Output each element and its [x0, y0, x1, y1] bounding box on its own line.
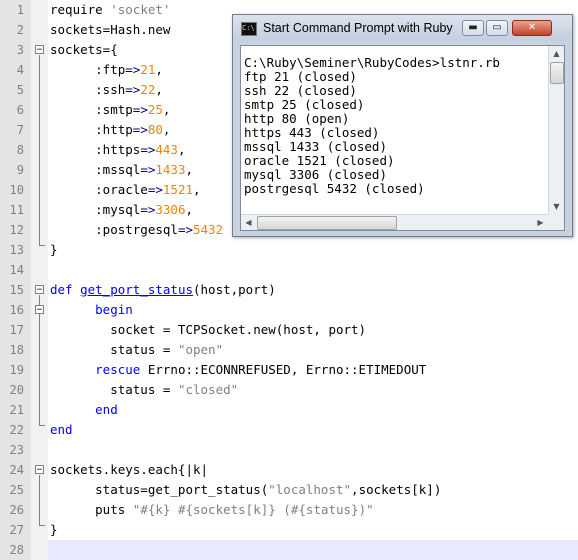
line-number: 12: [9, 223, 24, 237]
fold-end-marker: [39, 525, 45, 526]
code-line[interactable]: end: [50, 420, 73, 440]
code-line[interactable]: :http=>80,: [50, 120, 170, 140]
fold-toggle-icon[interactable]: −: [35, 305, 44, 315]
code-line[interactable]: :ssh=>22,: [50, 80, 163, 100]
line-number: 25: [9, 483, 24, 497]
line-number: 16: [9, 303, 24, 317]
line-number: 5: [16, 83, 24, 97]
line-number: 17: [9, 323, 24, 337]
code-line[interactable]: :mysql=>3306,: [50, 200, 193, 220]
current-line-highlight: [48, 540, 578, 560]
code-line[interactable]: }: [50, 240, 58, 260]
console-app-icon: C:\: [241, 22, 257, 36]
fold-end-marker: [39, 425, 45, 426]
horizontal-scrollbar[interactable]: ◀ ▶: [241, 214, 548, 230]
code-line[interactable]: end: [50, 400, 118, 420]
code-line[interactable]: rescue Errno::ECONNREFUSED, Errno::ETIME…: [50, 360, 426, 380]
fold-toggle-icon[interactable]: −: [35, 45, 44, 55]
line-number: 23: [9, 443, 24, 457]
console-output-line: http 80 (open): [244, 111, 350, 126]
fold-toggle-icon[interactable]: −: [35, 285, 44, 295]
console-output-line: postrgesql 5432 (closed): [244, 181, 425, 196]
line-number: 3: [16, 43, 24, 57]
line-number: 24: [9, 463, 24, 477]
code-line[interactable]: sockets=Hash.new: [50, 20, 170, 40]
console-titlebar[interactable]: C:\ Start Command Prompt with Ruby ▬ ▭ ✕: [233, 15, 572, 41]
code-line[interactable]: status=get_port_status("localhost",socke…: [50, 480, 441, 500]
console-output-line: ftp 21 (closed): [244, 69, 357, 84]
fold-toggle-icon[interactable]: −: [35, 465, 44, 475]
scroll-down-icon[interactable]: ▼: [549, 199, 564, 214]
line-number: 2: [16, 23, 24, 37]
code-line[interactable]: begin: [50, 300, 133, 320]
code-line[interactable]: status = "closed": [50, 380, 238, 400]
code-line[interactable]: def get_port_status(host,port): [50, 280, 276, 300]
console-output-line: smtp 25 (closed): [244, 97, 365, 112]
code-line[interactable]: :smtp=>25,: [50, 100, 170, 120]
scroll-left-icon[interactable]: ◀: [241, 215, 256, 230]
line-number: 7: [16, 123, 24, 137]
line-number: 26: [9, 503, 24, 517]
vertical-scroll-thumb[interactable]: [550, 62, 564, 84]
code-line[interactable]: :ftp=>21,: [50, 60, 163, 80]
line-number: 8: [16, 143, 24, 157]
fold-end-marker: [39, 245, 45, 246]
line-number: 28: [9, 543, 24, 557]
scroll-right-icon[interactable]: ▶: [533, 215, 548, 230]
code-line[interactable]: :mssql=>1433,: [50, 160, 193, 180]
vertical-scrollbar[interactable]: ▲ ▼: [548, 46, 564, 214]
line-number: 21: [9, 403, 24, 417]
console-output-area[interactable]: C:\Ruby\Seminer\RubyCodes>lstnr.rb ftp 21…: [240, 45, 565, 231]
line-number: 1: [16, 3, 24, 17]
line-number: 27: [9, 523, 24, 537]
line-number: 13: [9, 243, 24, 257]
horizontal-scroll-thumb[interactable]: [257, 216, 397, 230]
fold-guide: [39, 475, 40, 525]
scrollbar-corner: [548, 214, 564, 230]
code-line[interactable]: :https=>443,: [50, 140, 185, 160]
code-line[interactable]: :postrgesql=>5432: [50, 220, 223, 240]
console-output-line: mysql 3306 (closed): [244, 167, 387, 182]
line-number: 14: [9, 263, 24, 277]
line-number: 6: [16, 103, 24, 117]
console-output-line: C:\Ruby\Seminer\RubyCodes>lstnr.rb: [244, 55, 500, 70]
line-number: 22: [9, 423, 24, 437]
code-line[interactable]: puts "#{k} #{sockets[k]} (#{status})": [50, 500, 373, 520]
console-output-line: https 443 (closed): [244, 125, 380, 140]
code-line[interactable]: require 'socket': [50, 0, 170, 20]
line-number: 15: [9, 283, 24, 297]
line-number: 10: [9, 183, 24, 197]
code-line[interactable]: :oracle=>1521,: [50, 180, 200, 200]
line-number: 18: [9, 343, 24, 357]
line-number: 11: [9, 203, 24, 217]
line-number: 20: [9, 383, 24, 397]
close-button[interactable]: ✕: [512, 20, 552, 36]
line-number: 9: [16, 163, 24, 177]
fold-guide: [39, 55, 40, 245]
console-title: Start Command Prompt with Ruby: [263, 21, 453, 35]
code-line[interactable]: }: [50, 520, 58, 540]
maximize-button[interactable]: ▭: [486, 20, 508, 36]
code-line[interactable]: sockets={: [50, 40, 118, 60]
console-output-line: ssh 22 (closed): [244, 83, 357, 98]
console-output: C:\Ruby\Seminer\RubyCodes>lstnr.rb ftp 21…: [244, 56, 500, 196]
scroll-up-icon[interactable]: ▲: [549, 46, 564, 61]
code-line[interactable]: sockets.keys.each{|k|: [50, 460, 208, 480]
code-line[interactable]: socket = TCPSocket.new(host, port): [50, 320, 366, 340]
line-number: 19: [9, 363, 24, 377]
code-line[interactable]: status = "open": [50, 340, 223, 360]
console-output-line: oracle 1521 (closed): [244, 153, 395, 168]
console-window[interactable]: C:\ Start Command Prompt with Ruby ▬ ▭ ✕…: [232, 14, 573, 237]
console-output-line: mssql 1433 (closed): [244, 139, 387, 154]
minimize-button[interactable]: ▬: [462, 20, 484, 36]
line-number: 4: [16, 63, 24, 77]
